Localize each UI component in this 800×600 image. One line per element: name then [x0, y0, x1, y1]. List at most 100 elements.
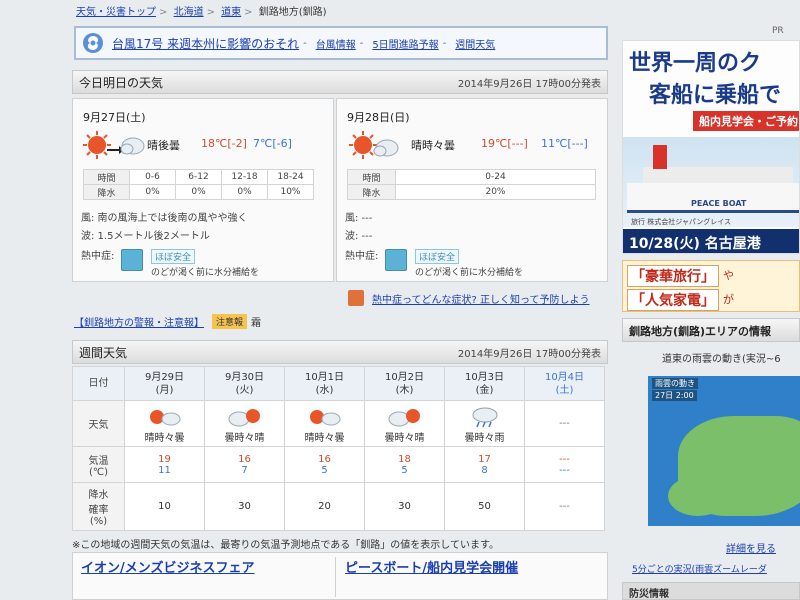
daily-precip-table: 時間 0-24 降水 20% [347, 169, 596, 200]
week-precip: 30 [364, 482, 445, 531]
typhoon-alert-link[interactable]: 台風17号 来週本州に影響のおそれ [112, 35, 299, 52]
week-temp: 17 8 [444, 446, 525, 483]
time-slot: 0-24 [395, 169, 596, 185]
week-temp: --- --- [524, 446, 605, 483]
high-temp: 19℃[---] [481, 137, 528, 150]
sun-cloud-icon [149, 409, 180, 425]
week-weather: 曇時々雨 [444, 400, 525, 447]
heatstroke-icon [121, 249, 143, 271]
rain-value: 20% [395, 184, 596, 200]
ad-headline: 世界一周のク [629, 51, 762, 76]
advisory-badge[interactable]: 注意報 [212, 314, 248, 329]
ad-sponsor: 旅行 株式会社ジャパングレイス [631, 218, 732, 226]
radar-zoom-link[interactable]: 5分ごとの実況(雨雲ズームレーダ [632, 562, 767, 575]
heatstroke-alert-icon [348, 290, 364, 306]
radar-label: 雨雲の動き [652, 378, 698, 389]
warning-line: 【釧路地方の警報・注意報】 注意報 霜 [74, 314, 261, 329]
week-temp: 16 7 [204, 446, 285, 483]
ad-date-bar: 10/28(火) 名古屋港 [623, 229, 799, 253]
time-label: 時間 [83, 169, 130, 185]
time-slot: 6-12 [175, 169, 222, 185]
week-date: 10月2日 (木) [364, 366, 445, 401]
week-date: 10月4日 (土) [524, 366, 605, 401]
cloud-rain-icon [472, 407, 497, 427]
row-label-precip: 降水 確率 (%) [72, 482, 125, 531]
heatstroke-badge: ほぼ安全 [151, 249, 196, 264]
time-slot: 0-6 [129, 169, 176, 185]
time-slot: 18-24 [267, 169, 314, 185]
low-temp: 11℃[---] [541, 137, 588, 150]
low-temp: 7℃[-6] [253, 137, 292, 150]
rain-label: 降水 [347, 184, 396, 200]
ad2-ga: が [723, 293, 734, 306]
wave-info: 波: --- [345, 231, 373, 242]
breadcrumb-hokkaido[interactable]: 北海道 [174, 7, 204, 18]
week-date: 10月1日 (水) [284, 366, 365, 401]
heatstroke-icon [385, 249, 407, 271]
disaster-info-header: 防災情報 [622, 582, 800, 600]
week-weather: --- [524, 400, 605, 447]
section-title: 週間天気 [79, 345, 128, 360]
ad2-line1: 「豪華旅行」 [627, 265, 719, 287]
rain-radar-map[interactable]: 雨雲の動き 27日 2:00 [648, 376, 800, 526]
week-precip: 50 [444, 482, 525, 531]
ad2-line2: 「人気家電」 [627, 289, 719, 311]
details-link[interactable]: 詳細を見る [726, 540, 776, 555]
five-day-forecast-link[interactable]: 5日間進路予報 [372, 36, 438, 51]
heatstroke-label: 熱中症: [81, 251, 115, 262]
week-precip: 30 [204, 482, 285, 531]
day-date: 9月28日(日) [347, 111, 410, 124]
week-weather: 晴時々曇 [284, 400, 365, 447]
radar-title: 道東の雨雲の動き(実況~6 [662, 354, 781, 365]
sun-then-cloud-icon [83, 131, 145, 159]
heatstroke-info-text[interactable]: 熱中症ってどんな症状? 正しく知って予防しよう [372, 291, 590, 306]
frost-advisory: 霜 [251, 318, 262, 329]
cruise-ad[interactable]: 世界一周のク 客船に乗船で 船内見学会・ご予約 PEACE BOAT 旅行 株式… [622, 40, 800, 254]
row-label-date: 日付 [72, 366, 125, 401]
week-precip: --- [524, 482, 605, 531]
aeon-fair-link[interactable]: イオン/メンズビジネスフェア [81, 557, 255, 576]
day-date: 9月27日(土) [83, 111, 146, 124]
typhoon-icon [83, 33, 103, 53]
time-label: 時間 [347, 169, 396, 185]
week-weather: 晴時々曇 [124, 400, 205, 447]
ad-headline-2: 客船に乗船で [649, 83, 782, 108]
week-temp: 16 5 [284, 446, 365, 483]
breadcrumb-current: 釧路地方(釧路) [258, 7, 327, 18]
typhoon-alert: 台風17号 来週本州に影響のおそれ - 台風情報 - 5日間進路予報 - 週間天… [74, 26, 608, 60]
heatstroke-info-link[interactable]: 熱中症ってどんな症状? 正しく知って予防しよう [348, 290, 590, 306]
luxury-ad[interactable]: 「豪華旅行」 や 「人気家電」 が [622, 260, 800, 312]
typhoon-info-link[interactable]: 台風情報 [316, 36, 356, 51]
warnings-link[interactable]: 【釧路地方の警報・注意報】 [74, 314, 204, 329]
weekly-forecast-table: 日付 9月29日 (月) 9月30日 (火) 10月1日 (水) 10月2日 (木) 1… [72, 366, 605, 531]
wind-info: 風: --- [345, 213, 373, 224]
time-slot: 12-18 [221, 169, 268, 185]
breadcrumb-weather-top[interactable]: 天気・災害トップ [76, 7, 156, 18]
map-land [668, 476, 728, 516]
breadcrumb-doto[interactable]: 道東 [221, 7, 241, 18]
today-tomorrow-header: 今日明日の天気 2014年9月26日 17時00分発表 [72, 70, 608, 94]
ship-funnel [653, 145, 667, 169]
weekly-header: 週間天気 2014年9月26日 17時00分発表 [72, 340, 608, 364]
rain-value: 0% [175, 184, 222, 200]
week-temp: 18 5 [364, 446, 445, 483]
weekly-weather-link[interactable]: 週間天気 [455, 36, 495, 51]
radar-time: 27日 2:00 [652, 390, 697, 401]
week-weather: 曇時々晴 [364, 400, 445, 447]
week-temp: 19 11 [124, 446, 205, 483]
temperature-note: ※この地域の週間天気の気温は、最寄りの気温予測地点である「釧路」の値を表示してい… [72, 540, 499, 551]
hourly-precip-table: 時間 0-6 6-12 12-18 18-24 降水 0% 0% 0% 10% [83, 169, 314, 200]
week-weather: 曇時々晴 [204, 400, 285, 447]
heatstroke-badge: ほぼ安全 [415, 249, 460, 264]
week-date: 10月3日 (金) [444, 366, 525, 401]
issue-timestamp: 2014年9月26日 17時00分発表 [457, 78, 601, 90]
divider [335, 557, 336, 597]
peaceboat-link[interactable]: ピースボート/船内見学会開催 [345, 557, 518, 576]
ship-hull [627, 183, 799, 213]
issue-timestamp: 2014年9月26日 17時00分発表 [457, 348, 601, 360]
day-panel-today: 9月27日(土) 晴後曇 18℃[-2] 7℃[-6] 時間 0-6 6-12 … [72, 98, 334, 282]
day-panel-tomorrow: 9月28日(日) 晴時々曇 19℃[---] 11℃[---] 時間 0-24 … [336, 98, 608, 282]
sun-cloud-icon [349, 131, 399, 159]
promo-links: イオン/メンズビジネスフェア ピースボート/船内見学会開催 [72, 552, 608, 600]
row-label-weather: 天気 [72, 400, 125, 447]
